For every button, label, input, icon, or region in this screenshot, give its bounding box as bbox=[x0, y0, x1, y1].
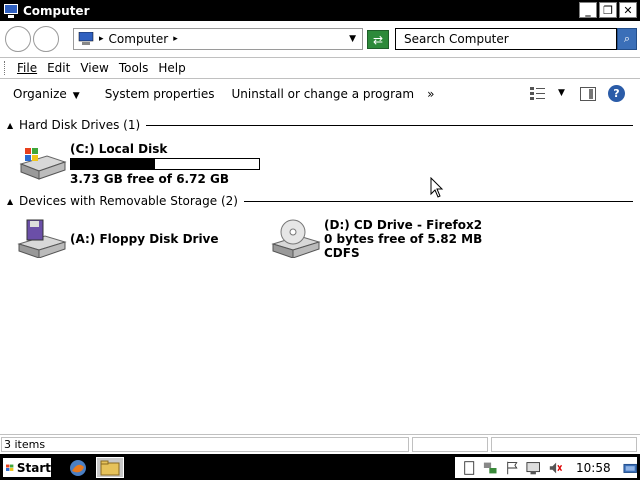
minimize-button[interactable]: _ bbox=[579, 2, 597, 18]
drive-item-c[interactable]: (C:) Local Disk 3.73 GB free of 6.72 GB bbox=[17, 142, 260, 186]
taskbar-button-computer[interactable] bbox=[96, 457, 124, 478]
firefox-quicklaunch[interactable] bbox=[64, 457, 92, 478]
capacity-bar-fill bbox=[71, 159, 155, 169]
group-title: Devices with Removable Storage (2) bbox=[19, 194, 238, 208]
address-dropdown[interactable]: ▼ bbox=[349, 34, 356, 44]
organize-label: Organize bbox=[13, 86, 67, 101]
floppy-drive-icon bbox=[17, 219, 67, 258]
address-row: ▸ Computer ▸ ▼ ⇄ Search Computer ⌕ bbox=[0, 21, 640, 57]
breadcrumb-separator[interactable]: ▸ bbox=[99, 34, 104, 44]
title-bar[interactable]: Computer _ ❐ ✕ bbox=[0, 0, 640, 21]
explorer-window: Computer _ ❐ ✕ ▸ Computer ▸ ▼ ⇄ Search C… bbox=[0, 0, 640, 454]
close-button[interactable]: ✕ bbox=[619, 2, 637, 18]
computer-icon bbox=[78, 32, 94, 45]
back-button[interactable] bbox=[5, 26, 31, 52]
address-bar[interactable]: ▸ Computer ▸ ▼ bbox=[73, 28, 363, 50]
drive-name: (C:) Local Disk bbox=[70, 142, 168, 156]
group-divider bbox=[146, 124, 633, 126]
views-dropdown-icon[interactable]: ▼ bbox=[558, 88, 565, 98]
keyboard-icon[interactable] bbox=[623, 460, 637, 476]
window-title: Computer bbox=[23, 3, 90, 18]
collapse-icon[interactable]: ▲ bbox=[7, 121, 19, 130]
group-divider bbox=[243, 200, 633, 202]
menu-grip bbox=[4, 61, 7, 75]
status-pane bbox=[412, 437, 488, 452]
views-icon[interactable] bbox=[530, 87, 546, 101]
monitor-icon[interactable] bbox=[526, 460, 541, 476]
preview-pane-icon[interactable] bbox=[580, 87, 596, 101]
capacity-bar bbox=[70, 158, 260, 170]
drive-free-space: 0 bytes free of 5.82 MB bbox=[324, 232, 483, 246]
group-header-removable[interactable]: ▲ Devices with Removable Storage (2) bbox=[7, 193, 633, 209]
start-button[interactable]: Start bbox=[2, 457, 52, 478]
firefox-icon bbox=[70, 459, 86, 476]
breadcrumb-computer[interactable]: Computer bbox=[109, 32, 169, 46]
menu-file[interactable]: File bbox=[17, 61, 37, 75]
organize-button[interactable]: Organize ▼ bbox=[13, 87, 80, 101]
menu-bar: File Edit View Tools Help bbox=[0, 57, 640, 79]
forward-button[interactable] bbox=[33, 26, 59, 52]
breadcrumb-separator[interactable]: ▸ bbox=[173, 34, 178, 44]
status-item-count: 3 items bbox=[1, 437, 409, 452]
start-label: Start bbox=[16, 460, 51, 475]
menu-view[interactable]: View bbox=[80, 61, 108, 75]
drive-item-a[interactable]: (A:) Floppy Disk Drive bbox=[17, 218, 219, 258]
flag-icon[interactable] bbox=[505, 460, 519, 476]
volume-muted-icon[interactable] bbox=[548, 460, 562, 476]
computer-icon bbox=[4, 3, 18, 18]
search-placeholder: Search Computer bbox=[404, 32, 509, 46]
uninstall-program-button[interactable]: Uninstall or change a program bbox=[232, 87, 415, 101]
search-button[interactable]: ⌕ bbox=[617, 28, 637, 50]
folder-icon bbox=[100, 460, 120, 475]
document-icon[interactable] bbox=[462, 460, 476, 476]
mouse-cursor-icon bbox=[430, 177, 444, 198]
maximize-button[interactable]: ❐ bbox=[599, 2, 617, 18]
status-bar: 3 items bbox=[0, 434, 640, 454]
group-title: Hard Disk Drives (1) bbox=[19, 118, 141, 132]
search-input[interactable]: Search Computer bbox=[395, 28, 617, 50]
help-icon[interactable]: ? bbox=[608, 85, 625, 102]
menu-help[interactable]: Help bbox=[158, 61, 185, 75]
cd-drive-icon bbox=[271, 219, 321, 258]
menu-edit[interactable]: Edit bbox=[47, 61, 70, 75]
collapse-icon[interactable]: ▲ bbox=[7, 197, 19, 206]
group-header-hard-disks[interactable]: ▲ Hard Disk Drives (1) bbox=[7, 117, 633, 133]
drive-item-d[interactable]: (D:) CD Drive - Firefox2 0 bytes free of… bbox=[271, 218, 482, 260]
menu-tools[interactable]: Tools bbox=[119, 61, 149, 75]
clock[interactable]: 10:58 bbox=[576, 461, 611, 475]
hard-disk-icon bbox=[19, 148, 67, 180]
chevron-down-icon: ▼ bbox=[72, 90, 80, 101]
drive-free-space: 3.73 GB free of 6.72 GB bbox=[70, 172, 229, 186]
system-tray: 10:58 bbox=[455, 457, 637, 478]
network-icon[interactable] bbox=[483, 460, 497, 476]
refresh-button[interactable]: ⇄ bbox=[367, 30, 389, 49]
drive-name: (A:) Floppy Disk Drive bbox=[70, 232, 219, 246]
status-pane bbox=[491, 437, 637, 452]
windows-logo-icon bbox=[6, 464, 14, 471]
system-properties-button[interactable]: System properties bbox=[105, 87, 215, 101]
drive-name: (D:) CD Drive - Firefox2 bbox=[324, 218, 483, 232]
taskbar: Start 10:58 bbox=[0, 454, 640, 480]
more-commands-button[interactable]: » bbox=[427, 87, 434, 101]
drive-filesystem: CDFS bbox=[324, 246, 360, 260]
